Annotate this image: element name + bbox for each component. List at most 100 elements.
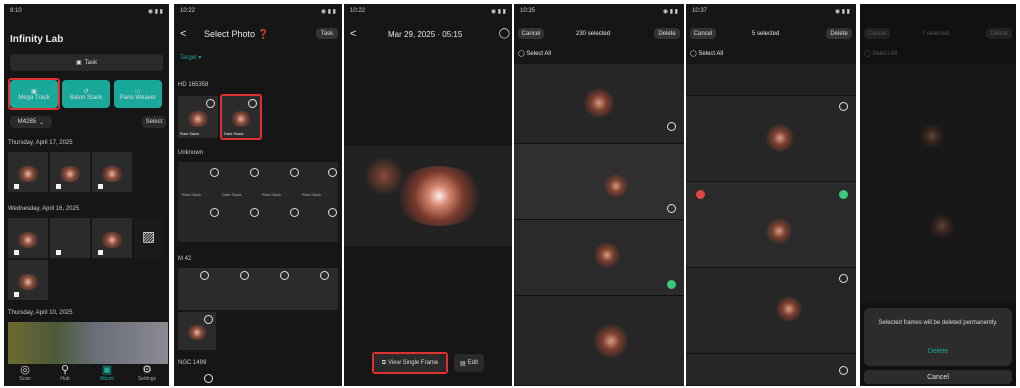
check-icon (667, 280, 676, 289)
delete-dialog: Selected frames will be deleted permanen… (864, 308, 1012, 366)
check-icon (839, 190, 848, 199)
frame-row[interactable] (686, 182, 856, 268)
photo-thumb[interactable] (92, 218, 132, 258)
select-circle[interactable] (204, 374, 213, 383)
group-header: Unknown (178, 150, 204, 156)
target-dropdown[interactable]: Target ▾ (180, 54, 201, 61)
photo-thumb[interactable]: ▨ (134, 218, 164, 258)
photo-thumb[interactable] (8, 260, 48, 300)
status-time: 10:37 (692, 8, 708, 14)
photo-thumb[interactable] (8, 218, 48, 258)
frame-row[interactable] (514, 144, 684, 220)
photo-cell[interactable] (178, 312, 216, 350)
frame-row[interactable] (686, 268, 856, 354)
tab-label: Scan (19, 376, 31, 382)
back-icon[interactable]: < (180, 28, 186, 40)
frame-row[interactable] (686, 64, 856, 96)
dialog-message: Selected frames will be deleted permanen… (878, 320, 998, 326)
status-time: 10:22 (350, 8, 366, 14)
pano-weaver-icon: ▭ (135, 88, 141, 95)
cancel-button[interactable]: Cancel (690, 28, 716, 39)
select-all-label: Select All (872, 51, 898, 57)
cancel-button[interactable]: Cancel (518, 28, 544, 39)
mode-pano-weaver[interactable]: ▭ Pano Weaver (114, 80, 162, 108)
cancel-button: Cancel (864, 28, 890, 39)
select-all-label: Select All (526, 51, 552, 57)
frame-select-screen: 10:35 ◉ ▮ ▮ Cancel 230 selected Delete ◯ … (514, 4, 684, 386)
highlight-box (220, 94, 262, 140)
photo-thumb[interactable] (8, 152, 48, 192)
photo-detail-screen: 10:22 ◉ ▮ ▮ < Mar 29, 2025 · 05:15 ◯ ⧉ Vie… (344, 4, 512, 386)
baton-stack-icon: ↺ (83, 88, 89, 95)
title-text: Select Photo (204, 29, 256, 39)
photo-thumb[interactable] (92, 152, 132, 192)
select-all-toggle[interactable]: ◯ Select All (518, 50, 551, 57)
hub-icon: ⚲ (60, 364, 70, 376)
mode-label: Baton Stack (69, 94, 103, 101)
delete-button[interactable]: Delete (826, 28, 852, 39)
help-icon[interactable]: ❓ (255, 29, 269, 39)
image-icon: ▨ (142, 228, 156, 244)
dialog-delete-button[interactable]: Delete (864, 348, 1012, 355)
select-button[interactable]: Select (142, 116, 166, 128)
back-icon[interactable]: < (350, 28, 356, 40)
frame-row[interactable] (686, 354, 856, 386)
filter-dropdown[interactable]: M4285 ⌄ (10, 116, 52, 128)
date-header: Thursday, April 10, 2025 (8, 310, 73, 316)
tab-scan[interactable]: ◎ Scan (10, 364, 40, 382)
task-button[interactable]: Task (316, 28, 338, 39)
status-time: 10:22 (180, 8, 196, 14)
frame-row[interactable] (514, 296, 684, 386)
tab-label: Settings (137, 376, 157, 382)
tab-album[interactable]: ▣ Album (92, 364, 122, 382)
select-all-toggle[interactable]: ◯ Select All (690, 50, 723, 57)
photo-thumb[interactable] (50, 152, 90, 192)
date-header: Wednesday, April 16, 2025 (8, 206, 80, 212)
dimmed-frames (860, 64, 1016, 304)
task-label: Task (84, 59, 97, 66)
target-label: Target (180, 55, 197, 61)
group-header: M 42 (178, 256, 192, 262)
selected-count: 7 selected (922, 31, 950, 37)
chevron-down-icon: ▾ (198, 55, 202, 61)
photo-thumb[interactable] (8, 322, 168, 364)
status-bar: 10:22 ◉ ▮ ▮ (350, 8, 506, 18)
delete-button: Delete (986, 28, 1012, 39)
status-bar: 8:10 ◉ ▮ ▮ (10, 8, 163, 18)
task-icon: ▣ (75, 60, 82, 66)
group-header: NGC 1499 (178, 360, 207, 366)
button-label: Edit (467, 360, 478, 366)
photo-thumb[interactable] (50, 218, 90, 258)
highlight-box (372, 352, 448, 374)
app-title: Infinity Lab (10, 34, 64, 45)
photo-date-title: Mar 29, 2025 · 05:15 (388, 30, 463, 39)
chevron-down-icon: ⌄ (39, 119, 45, 126)
mode-baton-stack[interactable]: ↺ Baton Stack (62, 80, 110, 108)
status-bar: 10:22 ◉ ▮ ▮ (180, 8, 336, 18)
page-title: Select Photo ❓ (204, 29, 269, 40)
tab-hub[interactable]: ⚲ Hub (50, 364, 80, 382)
nebula-image (344, 146, 512, 246)
highlight-box (8, 78, 60, 110)
selected-count: 5 selected (752, 31, 780, 37)
status-time: 10:35 (520, 8, 536, 14)
select-all-toggle: ◯ Select All (864, 50, 897, 57)
scan-icon: ◎ (20, 364, 30, 376)
frame-row[interactable] (514, 64, 684, 144)
album-icon: ▣ (101, 364, 113, 376)
frame-row[interactable] (514, 220, 684, 296)
album-screen: 8:10 ◉ ▮ ▮ Infinity Lab ▣ Task ▣ Mega Track… (4, 4, 169, 386)
edit-button[interactable]: ▤ Edit (454, 354, 484, 372)
selected-count: 230 selected (576, 31, 611, 37)
photo-grid: Raw Stack Dark Stack Raw Stack Raw Stack (178, 162, 338, 242)
dialog-cancel-button[interactable]: Cancel (864, 370, 1012, 384)
tab-label: Hub (60, 376, 70, 382)
status-bar: 10:37 ◉ ▮ ▮ (692, 8, 850, 18)
photo-cell[interactable]: Raw Stack (178, 96, 218, 138)
more-icon[interactable]: ◯ (499, 28, 510, 39)
select-photo-screen: 10:22 ◉ ▮ ▮ < Select Photo ❓ Task Target … (174, 4, 342, 386)
tab-settings[interactable]: ⚙ Settings (132, 364, 162, 382)
task-button[interactable]: ▣ Task (10, 54, 163, 71)
delete-button[interactable]: Delete (654, 28, 680, 39)
frame-row[interactable] (686, 96, 856, 182)
